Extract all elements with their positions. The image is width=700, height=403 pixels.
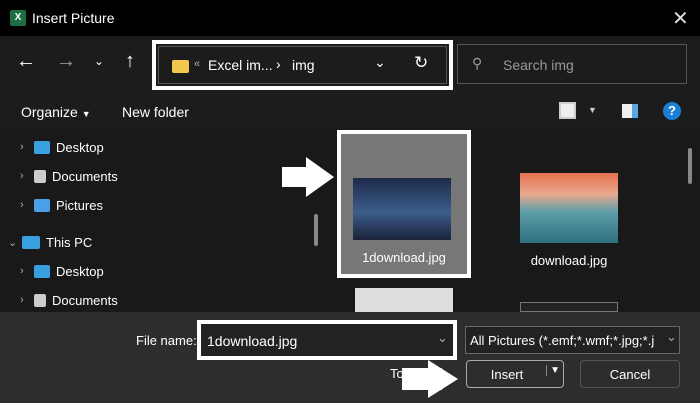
- tree-item-documents[interactable]: › Documents: [0, 286, 118, 314]
- path-separator: ›: [276, 56, 281, 72]
- refresh-icon[interactable]: ↻: [414, 53, 428, 73]
- chevron-right-icon[interactable]: ›: [20, 199, 34, 211]
- chevron-right-icon[interactable]: ›: [20, 294, 34, 306]
- organize-button[interactable]: Organize ▼: [21, 104, 91, 120]
- tree-label: Documents: [52, 292, 118, 308]
- left-scrollbar[interactable]: [314, 214, 318, 246]
- recent-chevron-icon[interactable]: ⌄: [94, 54, 104, 68]
- tree-item-desktop[interactable]: › Desktop: [0, 133, 104, 161]
- file-type-dropdown-icon[interactable]: ⌄: [666, 329, 677, 345]
- insert-button[interactable]: Insert ▼: [466, 360, 564, 388]
- insert-label: Insert: [490, 366, 524, 382]
- right-scrollbar[interactable]: [688, 148, 692, 184]
- documents-icon: [34, 293, 46, 307]
- image-thumbnail: [520, 302, 618, 312]
- tree-label: Desktop: [56, 263, 104, 279]
- address-dropdown-icon[interactable]: ⌄: [374, 54, 386, 71]
- file-name-label: File name:: [136, 333, 197, 348]
- desktop-icon: [34, 140, 50, 154]
- preview-pane-icon[interactable]: [622, 104, 638, 118]
- chevron-right-icon[interactable]: ›: [20, 265, 34, 277]
- new-folder-button[interactable]: New folder: [122, 104, 189, 120]
- navigation-pane: › Desktop › Documents › Pictures ⌄ This PC ›…: [0, 128, 325, 312]
- file-item[interactable]: download.jpg: [515, 130, 635, 278]
- search-box[interactable]: ⚲ Search img: [457, 44, 687, 84]
- back-icon[interactable]: ←: [16, 50, 36, 73]
- file-name: download.jpg: [530, 253, 608, 268]
- tree-item-documents[interactable]: › Documents: [0, 162, 118, 190]
- tree-label: This PC: [46, 234, 93, 250]
- folder-icon: [172, 60, 189, 73]
- documents-icon: [34, 169, 46, 183]
- chevron-down-icon[interactable]: ⌄: [8, 236, 22, 249]
- arrow-annotation: [428, 360, 458, 398]
- view-icon[interactable]: [559, 102, 576, 119]
- image-thumbnail: [355, 288, 453, 312]
- up-icon[interactable]: ↑: [125, 50, 135, 73]
- tree-item-desktop[interactable]: › Desktop: [0, 257, 104, 285]
- organize-label: Organize: [21, 104, 78, 120]
- file-name-field[interactable]: 1download.jpg ⌄: [197, 320, 457, 360]
- close-icon[interactable]: ✕: [672, 6, 689, 31]
- file-list: 1download.jpg download.jpg: [325, 128, 700, 312]
- arrow-annotation: [306, 157, 334, 197]
- tree-label: Documents: [52, 168, 118, 184]
- view-dropdown-icon[interactable]: ▼: [588, 105, 597, 115]
- chevron-right-icon[interactable]: ›: [20, 170, 34, 182]
- file-item-selected[interactable]: 1download.jpg: [337, 130, 471, 278]
- file-name-dropdown-icon[interactable]: ⌄: [437, 330, 448, 346]
- excel-icon: X: [10, 10, 26, 26]
- chevron-right-icon[interactable]: ›: [20, 141, 34, 153]
- path-parent[interactable]: Excel im...: [208, 57, 273, 73]
- file-type-value: All Pictures (*.emf;*.wmf;*.jpg;*.j: [470, 333, 655, 348]
- path-overflow[interactable]: «: [194, 58, 200, 70]
- desktop-icon: [34, 264, 50, 278]
- cancel-button[interactable]: Cancel: [580, 360, 680, 388]
- arrow-annotation: [282, 167, 308, 187]
- image-thumbnail: [520, 173, 618, 243]
- title-bar: X Insert Picture ✕: [0, 0, 700, 36]
- address-bar[interactable]: « Excel im... › img ⌄ ↻: [152, 40, 453, 90]
- bottom-panel: File name: 1download.jpg ⌄ All Pictures …: [0, 312, 700, 403]
- help-icon[interactable]: ?: [663, 102, 681, 120]
- file-name-input[interactable]: 1download.jpg: [207, 333, 297, 349]
- search-input[interactable]: Search img: [503, 57, 574, 73]
- dialog-title: Insert Picture: [32, 10, 115, 26]
- pictures-icon: [34, 198, 50, 212]
- tree-item-pictures[interactable]: › Pictures: [0, 191, 103, 219]
- toolbar: Organize ▼ New folder ▼ ?: [0, 94, 700, 128]
- forward-icon[interactable]: →: [56, 50, 76, 73]
- image-thumbnail: [353, 178, 451, 240]
- insert-dropdown-icon[interactable]: ▼: [546, 365, 560, 376]
- tree-item-this-pc[interactable]: ⌄ This PC: [0, 228, 92, 256]
- pc-icon: [22, 235, 40, 249]
- search-icon: ⚲: [472, 55, 483, 71]
- tree-label: Pictures: [56, 197, 103, 213]
- path-current[interactable]: img: [292, 57, 315, 73]
- file-type-select[interactable]: All Pictures (*.emf;*.wmf;*.jpg;*.j ⌄: [465, 326, 680, 354]
- tree-label: Desktop: [56, 139, 104, 155]
- file-name: 1download.jpg: [362, 250, 446, 265]
- navigation-bar: ← → ⌄ ↑ « Excel im... › img ⌄ ↻ ⚲ Search…: [0, 36, 700, 94]
